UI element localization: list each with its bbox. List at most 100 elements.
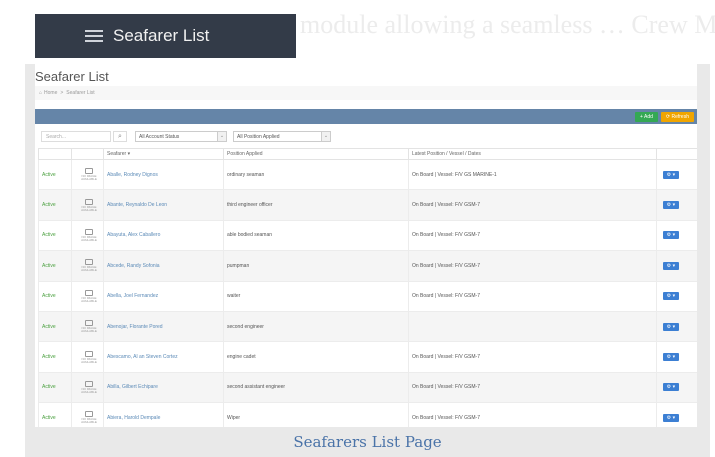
table-row[interactable]: Active NO IMAGE AVAILABLE Abenojar, Floran… (38, 310, 697, 343)
action-cell: ⚙ ▾ (656, 402, 697, 427)
latest-position-cell: On Board | Vessel: F/V GSM-7 (408, 341, 657, 373)
status-badge: Active (38, 219, 72, 252)
seafarer-name-link[interactable]: Abenojar, Florante Pored (103, 310, 224, 343)
column-header-position: Position Applied (223, 148, 409, 160)
gear-icon[interactable]: ⚙ ▾ (663, 231, 679, 240)
position-cell: second assistant engineer (223, 371, 409, 404)
background-text: module allowing a seamless … Crew Manage… (300, 10, 715, 39)
table-row[interactable]: Active NO IMAGE AVAILABLE Abella, Joel Fer… (38, 280, 697, 312)
page-title: Seafarer List (35, 69, 109, 84)
table-row[interactable]: Active NO IMAGE AVAILABLE Abescamo, Al an … (38, 341, 697, 373)
camera-icon (85, 198, 93, 205)
avatar: NO IMAGE AVAILABLE (71, 158, 104, 191)
status-badge: Active (38, 402, 72, 427)
table-row[interactable]: Active NO IMAGE AVAILABLE Aballe, Rodney D… (38, 158, 697, 191)
avatar: NO IMAGE AVAILABLE (71, 310, 104, 343)
breadcrumb: ⌂ Home > Seafarer List (35, 86, 697, 100)
screenshot-frame: Seafarer List ⌂ Home > Seafarer List + A… (25, 64, 710, 457)
gear-icon[interactable]: ⚙ ▾ (663, 261, 679, 270)
avatar: NO IMAGE AVAILABLE (71, 371, 104, 404)
gear-icon[interactable]: ⚙ ▾ (663, 353, 679, 362)
header-title: Seafarer List (113, 26, 210, 45)
chevron-down-icon: ⌄ (217, 132, 226, 141)
plus-icon: + (639, 113, 643, 120)
column-header (656, 148, 697, 160)
column-header (71, 148, 104, 160)
position-cell: Wiper (223, 402, 409, 427)
breadcrumb-current: Seafarer List (66, 90, 95, 96)
chevron-down-icon: ⌄ (321, 132, 330, 141)
column-header-seafarer[interactable]: Seafarer ▾ (103, 148, 224, 160)
seafarer-name-link[interactable]: Abcede, Randy Sofonia (103, 250, 224, 282)
table-row[interactable]: Active NO IMAGE AVAILABLE Abayuta, Alex Ca… (38, 219, 697, 252)
list-icon (85, 29, 103, 43)
seafarer-table: Seafarer ▾ Position Applied Latest Posit… (38, 148, 697, 427)
latest-position-cell (408, 310, 657, 343)
gear-icon[interactable]: ⚙ ▾ (663, 413, 679, 422)
caption: Seafarers List Page (293, 433, 442, 451)
latest-position-cell: On Board | Vessel: F/V GSM-7 (408, 219, 657, 252)
breadcrumb-separator: > (60, 90, 64, 96)
avatar: NO IMAGE AVAILABLE (71, 219, 104, 252)
table-row[interactable]: Active NO IMAGE AVAILABLE Abiera, Harold D… (38, 402, 697, 427)
search-icon[interactable]: ⌕ (113, 131, 127, 142)
refresh-button[interactable]: ⟳ Refresh (660, 111, 694, 122)
seafarer-name-link[interactable]: Abescamo, Al an Steven Cortez (103, 341, 224, 373)
seafarer-name-link[interactable]: Abiera, Harold Dempale (103, 402, 224, 427)
seafarer-name-link[interactable]: Abante, Reynaldo De Leon (103, 189, 224, 221)
filters-bar: Search... ⌕ All Account Status ⌄ All Pos… (35, 128, 697, 145)
toolbar: + Add ⟳ Refresh (35, 109, 697, 124)
action-cell: ⚙ ▾ (656, 158, 697, 191)
header-banner: Seafarer List (35, 14, 296, 58)
latest-position-cell: On Board | Vessel: F/V GSM-7 (408, 189, 657, 221)
search-input[interactable]: Search... (41, 131, 111, 142)
status-badge: Active (38, 189, 72, 221)
seafarer-name-link[interactable]: Abella, Joel Fernandez (103, 280, 224, 312)
latest-position-cell: On Board | Vessel: F/V GSM-7 (408, 371, 657, 404)
latest-position-cell: On Board | Vessel: F/V GSM-7 (408, 280, 657, 312)
action-cell: ⚙ ▾ (656, 280, 697, 312)
action-cell: ⚙ ▾ (656, 341, 697, 373)
status-badge: Active (38, 250, 72, 282)
main-panel: Seafarer List ⌂ Home > Seafarer List + A… (35, 64, 697, 427)
status-badge: Active (38, 341, 72, 373)
status-badge: Active (38, 158, 72, 191)
position-cell: able bodied seaman (223, 219, 409, 252)
position-cell: pumpman (223, 250, 409, 282)
action-cell: ⚙ ▾ (656, 371, 697, 404)
avatar: NO IMAGE AVAILABLE (71, 189, 104, 221)
table-row[interactable]: Active NO IMAGE AVAILABLE Abante, Reynaldo… (38, 189, 697, 221)
latest-position-cell: On Board | Vessel: F/V GSM-7 (408, 250, 657, 282)
avatar: NO IMAGE AVAILABLE (71, 250, 104, 282)
gear-icon[interactable]: ⚙ ▾ (663, 322, 679, 331)
action-cell: ⚙ ▾ (656, 250, 697, 282)
home-icon[interactable]: ⌂ (39, 90, 42, 96)
camera-icon (85, 350, 93, 357)
camera-icon (85, 289, 93, 296)
avatar: NO IMAGE AVAILABLE (71, 402, 104, 427)
action-cell: ⚙ ▾ (656, 219, 697, 252)
column-header (38, 148, 72, 160)
avatar: NO IMAGE AVAILABLE (71, 341, 104, 373)
latest-position-cell: On Board | Vessel: F/V GSM-7 (408, 402, 657, 427)
refresh-icon: ⟳ (665, 113, 671, 120)
status-badge: Active (38, 280, 72, 312)
table-row[interactable]: Active NO IMAGE AVAILABLE Abilla, Gilbert … (38, 371, 697, 404)
gear-icon[interactable]: ⚙ ▾ (663, 201, 679, 210)
account-status-select[interactable]: All Account Status ⌄ (135, 131, 227, 142)
position-select[interactable]: All Position Applied ⌄ (233, 131, 331, 142)
position-cell: third engineer officer (223, 189, 409, 221)
table-row[interactable]: Active NO IMAGE AVAILABLE Abcede, Randy So… (38, 250, 697, 282)
status-badge: Active (38, 371, 72, 404)
gear-icon[interactable]: ⚙ ▾ (663, 383, 679, 392)
gear-icon[interactable]: ⚙ ▾ (663, 292, 679, 301)
status-badge: Active (38, 310, 72, 343)
action-cell: ⚙ ▾ (656, 310, 697, 343)
seafarer-name-link[interactable]: Aballe, Rodney Dignos (103, 158, 224, 191)
add-button[interactable]: + Add (634, 111, 658, 122)
seafarer-name-link[interactable]: Abayuta, Alex Caballero (103, 219, 224, 252)
gear-icon[interactable]: ⚙ ▾ (663, 170, 679, 179)
avatar: NO IMAGE AVAILABLE (71, 280, 104, 312)
seafarer-name-link[interactable]: Abilla, Gilbert Echipare (103, 371, 224, 404)
breadcrumb-home[interactable]: Home (44, 90, 57, 96)
